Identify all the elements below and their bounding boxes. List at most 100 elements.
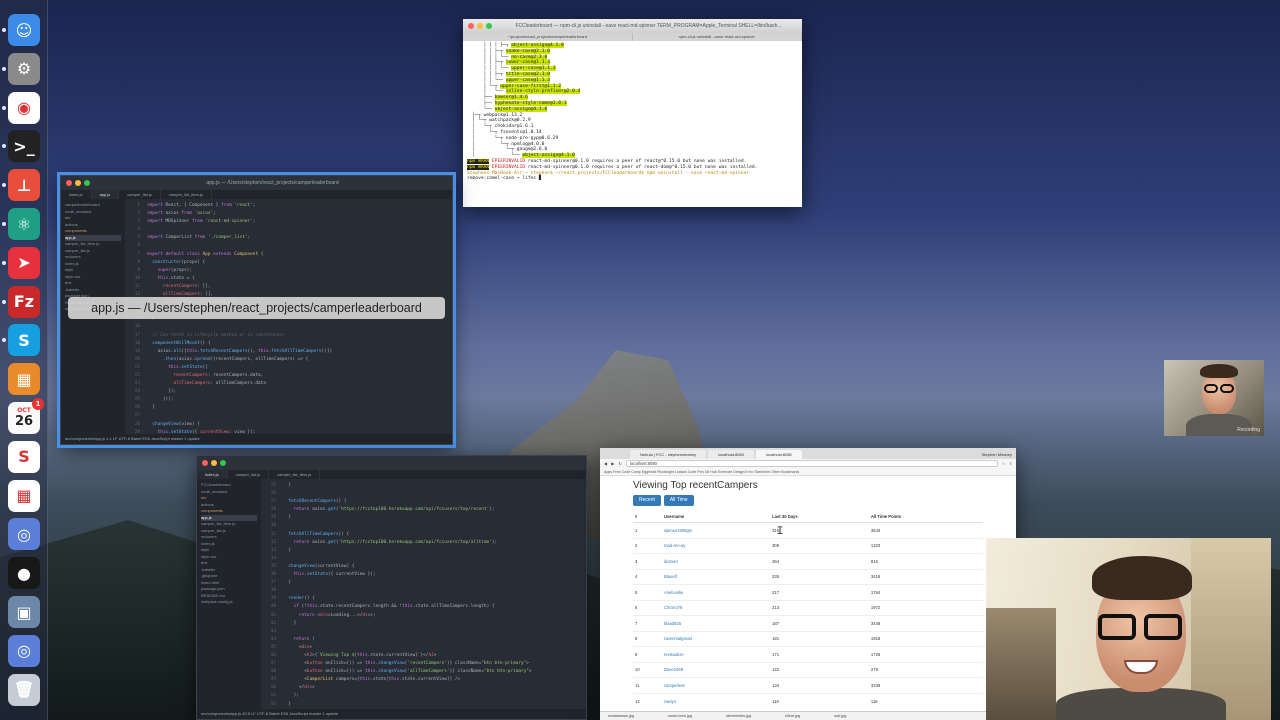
trash-icon[interactable]: 🗑 (8, 673, 40, 706)
filezilla-icon[interactable]: Fz (8, 285, 40, 318)
download-item[interactable]: zoom-bmn.jpg (668, 714, 692, 718)
bookmarks-bar[interactable]: Apps Free Code Camp Egghead Pluralsight … (600, 468, 1016, 476)
launchpad-icon[interactable]: ▦ (8, 479, 40, 512)
chrome-icon[interactable]: ◉ (8, 91, 40, 124)
forward-icon[interactable]: ▶ (611, 461, 614, 466)
editor-tab[interactable]: camper_list.js (228, 470, 270, 479)
editor-tab[interactable]: camper_list_item.js (161, 190, 212, 199)
camper-link[interactable]: campertest (664, 683, 685, 688)
browser-tab[interactable]: Nebula | FCC - stephenmeaney (630, 450, 707, 459)
terminal-output[interactable]: │ │ │ ├─┬ object-assign@4.1.0 │ │ ├─┬ sn… (463, 41, 802, 184)
profile-name[interactable]: Stephen Meaney (972, 450, 1016, 459)
table-cell[interactable]: Dave1069 (661, 661, 771, 678)
table-cell[interactable]: ArielLeslie (661, 584, 771, 600)
skype-icon[interactable]: S (8, 324, 40, 357)
terminal-progress: remove:camel-case → lifec ▊ (467, 176, 542, 182)
table-cell[interactable]: rawiyo (661, 692, 771, 709)
glasses-icon (1204, 384, 1218, 393)
download-item[interactable]: nodatabase.jpg (608, 714, 634, 718)
browser-tab[interactable]: localhost:8080 (755, 450, 802, 459)
all-time-button[interactable]: All Time (663, 495, 694, 506)
recent-button[interactable]: Recent (633, 495, 661, 506)
table-header[interactable]: Last 30 Days (770, 511, 869, 523)
camper-link[interactable]: ArielLeslie (664, 590, 683, 595)
terminal-tab[interactable]: npm-cli.js uninstall --save react-md-spi… (633, 33, 802, 41)
table-cell: 1972 (868, 599, 983, 616)
editor-tab[interactable]: camper_list.js (119, 190, 161, 199)
download-item[interactable]: sub.jpg (834, 714, 846, 718)
download-item[interactable]: client.jpg (785, 714, 800, 718)
bookmark-star-icon[interactable]: ☆ (1002, 461, 1006, 466)
editor-tab[interactable]: app.js (91, 190, 120, 199)
camper-link[interactable]: Chrono79 (664, 605, 682, 610)
back-icon[interactable]: ◀ (604, 461, 607, 466)
calendar-icon[interactable]: OCT 26 1 (8, 398, 44, 434)
table-cell[interactable]: campertest (661, 677, 771, 693)
circle-app-icon[interactable]: ◎ (8, 634, 40, 667)
table-cell[interactable]: diomed (661, 553, 771, 569)
table-row: 4 Blauelf 235 3418 (633, 568, 983, 585)
slack-icon[interactable]: S (8, 440, 40, 473)
zoom-button[interactable] (84, 180, 90, 186)
camper-link[interactable]: ravenmalgread (664, 636, 692, 641)
terminal-icon[interactable]: >_ (8, 130, 40, 163)
table-cell: 1764 (868, 584, 983, 600)
close-button[interactable] (202, 460, 208, 466)
calculator-icon[interactable]: ▦ (8, 363, 40, 396)
table-cell[interactable]: Chrono79 (661, 599, 771, 616)
editor-tab[interactable]: index.js (197, 470, 228, 479)
downloads-bar[interactable]: nodatabase.jpg zoom-bmn.jpg stevenfolks.jp… (600, 711, 1016, 720)
github-icon[interactable]: ● (8, 557, 40, 590)
close-button[interactable] (468, 23, 474, 29)
finder-icon[interactable]: ☺ (8, 14, 40, 46)
close-button[interactable] (66, 180, 72, 186)
atom-editor-window-fccleaderboard[interactable]: index.js camper_list.js camper_list_item.j… (196, 455, 587, 720)
menu-icon[interactable]: ≡ (1010, 461, 1012, 466)
terminal-titlebar[interactable]: FCCleaderboard — npm-cli.js uninstall --… (463, 19, 802, 33)
tower-icon[interactable]: ⊥ (8, 169, 40, 202)
file-tree-item[interactable]: webpack.config.js (201, 599, 257, 606)
reload-icon[interactable]: ↻ (618, 461, 622, 466)
camper-link[interactable]: diomed (664, 559, 678, 564)
download-item[interactable]: stevenfolks.jpg (726, 714, 751, 718)
zoom-button[interactable] (486, 23, 492, 29)
url-input[interactable]: localhost:8080 (625, 460, 998, 467)
minimize-button[interactable] (477, 23, 483, 29)
terminal-window[interactable]: FCCleaderboard — npm-cli.js uninstall --… (463, 19, 802, 207)
camper-link[interactable]: blaad925 (664, 621, 681, 626)
table-cell[interactable]: Blauelf (661, 568, 771, 585)
camper-link[interactable]: mad-ren-ay (664, 543, 685, 548)
table-cell: 815 (868, 553, 983, 569)
chrome-browser-window[interactable]: Nebula | FCC - stephenmeaney localhost:80… (600, 448, 1016, 720)
zoom-button[interactable] (220, 460, 226, 466)
minimize-button[interactable] (211, 460, 217, 466)
minimize-button[interactable] (75, 180, 81, 186)
atom-icon[interactable]: ⚛ (8, 208, 40, 240)
editor-titlebar[interactable] (197, 456, 586, 470)
editor-tab[interactable]: camper_list_item.js (269, 470, 321, 479)
editor-tab[interactable]: index.js (61, 190, 92, 199)
table-cell: 217 (770, 584, 869, 600)
camper-link[interactable]: revisualize (664, 652, 684, 657)
camper-link[interactable]: Blauelf (664, 574, 677, 579)
table-header[interactable]: Username (661, 511, 771, 523)
file-tree[interactable]: FCCleaderboard node_modules src actions … (197, 479, 261, 709)
camper-link[interactable]: sjames1958gm (664, 528, 692, 533)
table-header[interactable]: # (633, 511, 662, 523)
table-cell[interactable]: sjames1958gm (661, 522, 771, 538)
editor-titlebar[interactable]: app.js — /Users/stephen/react_projects/c… (61, 176, 452, 190)
system-preferences-icon[interactable]: ⚙ (8, 52, 40, 85)
terminal-tab[interactable]: ~/projects/react_projects/camperleaderbo… (463, 33, 633, 41)
screenflow-icon[interactable]: ➤ (8, 246, 40, 279)
circle-app-icon[interactable]: ◎ (8, 518, 40, 551)
photo-icon[interactable]: ▣ (8, 596, 40, 628)
browser-tab[interactable]: localhost:8080 (708, 450, 754, 459)
camper-link[interactable]: Dave1069 (664, 667, 683, 672)
camper-link[interactable]: rawiyo (664, 699, 676, 704)
table-cell[interactable]: blaad925 (661, 615, 771, 631)
code-area[interactable]: } fetchRecentCampers() { return axios.ge… (279, 479, 586, 709)
table-header[interactable]: All Time Points (868, 511, 983, 523)
table-cell[interactable]: mad-ren-ay (661, 537, 771, 554)
table-cell[interactable]: revisualize (661, 646, 771, 662)
table-cell[interactable]: ravenmalgread (661, 630, 771, 647)
